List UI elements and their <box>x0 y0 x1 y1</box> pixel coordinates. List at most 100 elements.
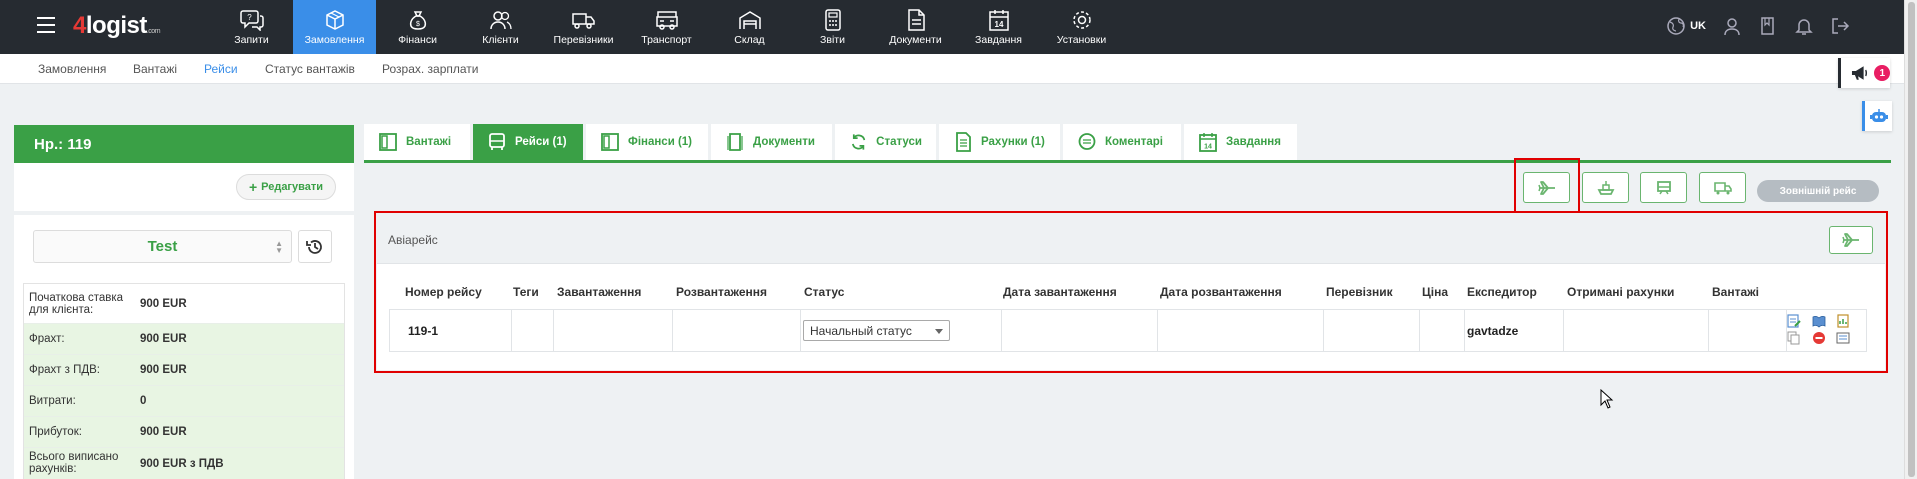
document-icon <box>907 9 925 31</box>
nav-label: Документи <box>889 34 942 46</box>
ship-icon <box>1597 180 1614 195</box>
tab-label: Рахунки (1) <box>981 136 1045 148</box>
calendar-icon: 14 <box>1199 133 1217 152</box>
mouse-cursor-icon <box>1600 389 1614 409</box>
tab-label: Вантажі <box>406 136 452 148</box>
add-sea-trip-button[interactable] <box>1582 172 1629 203</box>
truck-icon <box>1713 181 1732 194</box>
truck-icon <box>571 13 595 29</box>
select-arrows-icon: ▲ ▼ <box>275 239 283 255</box>
nav-item-orders[interactable]: Замовлення <box>293 0 376 54</box>
nav-label: Замовлення <box>304 34 365 46</box>
menu-icon[interactable] <box>37 17 55 33</box>
client-select[interactable]: Test ▲ ▼ <box>33 230 292 263</box>
finance-label: Витрати: <box>29 395 76 407</box>
nav-item-finance[interactable]: $ Фінанси <box>376 0 459 54</box>
nav-item-reports[interactable]: Звіти <box>791 0 874 54</box>
nav-item-tasks[interactable]: 14 Завдання <box>957 0 1040 54</box>
finance-row: Всього виписано рахунків: 900 EUR з ПДВ <box>24 448 344 479</box>
nav-item-settings[interactable]: Установки <box>1040 0 1123 54</box>
page-scrollbar[interactable] <box>1904 0 1917 479</box>
nav-item-transport[interactable]: Транспорт <box>625 0 708 54</box>
svg-text:14: 14 <box>1204 144 1212 151</box>
cargo-icon <box>379 133 397 151</box>
calendar-icon: 14 <box>988 10 1009 31</box>
subnav-cargo[interactable]: Вантажі <box>133 62 177 76</box>
highlight-box <box>374 211 1888 373</box>
money-bag-icon: $ <box>409 11 426 30</box>
book-icon[interactable] <box>1758 16 1778 36</box>
plus-icon: + <box>248 179 258 195</box>
chatbot-button[interactable] <box>1862 101 1892 131</box>
top-navbar: 4logist.com ? Запити Замовлення $ Фінанс… <box>0 0 1904 54</box>
tab-finance[interactable]: Фінанси (1) <box>586 124 708 160</box>
tab-comments[interactable]: Коментарі <box>1063 124 1181 160</box>
history-icon <box>306 239 322 254</box>
tab-label: Фінанси (1) <box>628 136 693 148</box>
nav-item-requests[interactable]: ? Запити <box>210 0 293 54</box>
subnav-trips[interactable]: Рейси <box>204 62 238 76</box>
bell-icon[interactable] <box>1794 16 1814 36</box>
globe-icon <box>1667 17 1685 35</box>
tab-cargo[interactable]: Вантажі <box>364 124 470 160</box>
nav-label: Клієнти <box>482 34 519 46</box>
chat-question-icon: ? <box>239 10 264 31</box>
refresh-icon <box>851 134 866 150</box>
tab-tasks[interactable]: 14 Завдання <box>1184 124 1297 160</box>
client-name: Test <box>147 238 178 255</box>
megaphone-icon <box>1851 66 1868 80</box>
nav-item-clients[interactable]: Клієнти <box>459 0 542 54</box>
add-rail-trip-button[interactable] <box>1640 172 1687 203</box>
order-tabs: Вантажі Рейси (1) Фінанси (1) Документи … <box>364 124 1297 160</box>
finance-icon <box>601 133 619 151</box>
finance-row: Витрати: 0 <box>24 386 344 417</box>
tab-invoices[interactable]: Рахунки (1) <box>939 124 1060 160</box>
users-icon <box>489 11 512 30</box>
svg-text:$: $ <box>416 21 420 28</box>
nav-label: Перевізники <box>553 34 614 46</box>
finance-row: Фрахт: 900 EUR <box>24 324 344 355</box>
external-trip-button[interactable]: Зовнішній рейс <box>1757 180 1879 202</box>
subnav-cargo-status[interactable]: Статус вантажів <box>265 62 355 76</box>
tab-trips[interactable]: Рейси (1) <box>473 124 583 160</box>
sub-nav: Замовлення Вантажі Рейси Статус вантажів… <box>0 54 1904 84</box>
invoice-icon <box>956 132 971 152</box>
finance-value: 900 EUR <box>140 297 187 310</box>
nav-label: Транспорт <box>641 34 692 46</box>
nav-item-carriers[interactable]: Перевізники <box>542 0 625 54</box>
bus-icon <box>489 133 505 150</box>
finance-value: 0 <box>140 395 147 407</box>
logout-icon[interactable] <box>1830 16 1850 36</box>
train-icon <box>1656 180 1671 194</box>
subnav-orders[interactable]: Замовлення <box>38 62 106 76</box>
add-road-trip-button[interactable] <box>1699 172 1746 203</box>
tab-documents[interactable]: Документи <box>711 124 832 160</box>
user-icon[interactable] <box>1722 16 1742 36</box>
language-switcher[interactable]: UK <box>1666 16 1706 36</box>
finance-value: 900 EUR <box>140 333 187 345</box>
tab-label: Коментарі <box>1105 136 1163 148</box>
tab-label: Рейси (1) <box>515 136 567 148</box>
tab-label: Статуси <box>876 136 922 148</box>
nav-label: Установки <box>1056 34 1107 46</box>
subnav-salary[interactable]: Розрах. зарплати <box>382 62 479 76</box>
finance-value: 900 EUR з ПДВ <box>140 458 224 470</box>
finance-row: Прибуток: 900 EUR <box>24 417 344 448</box>
logo[interactable]: 4logist.com <box>73 12 161 40</box>
finance-value: 900 EUR <box>140 364 187 376</box>
announcements-button[interactable]: 1 <box>1838 58 1890 88</box>
divider <box>14 211 354 215</box>
main-nav: ? Запити Замовлення $ Фінанси Клієнти Пе… <box>210 0 1123 54</box>
notification-badge: 1 <box>1874 65 1890 81</box>
nav-item-documents[interactable]: Документи <box>874 0 957 54</box>
tab-statuses[interactable]: Статуси <box>835 124 936 160</box>
edit-order-button[interactable]: + Редагувати <box>236 174 336 200</box>
nav-label: Звіти <box>820 34 845 46</box>
finance-label: Прибуток: <box>29 426 82 438</box>
tab-label: Документи <box>753 136 815 148</box>
nav-item-warehouse[interactable]: Склад <box>708 0 791 54</box>
tab-label: Завдання <box>1226 136 1281 148</box>
tabs-underline <box>364 160 1891 163</box>
finance-row: Фрахт з ПДВ: 900 EUR <box>24 355 344 386</box>
history-button[interactable] <box>298 230 332 263</box>
